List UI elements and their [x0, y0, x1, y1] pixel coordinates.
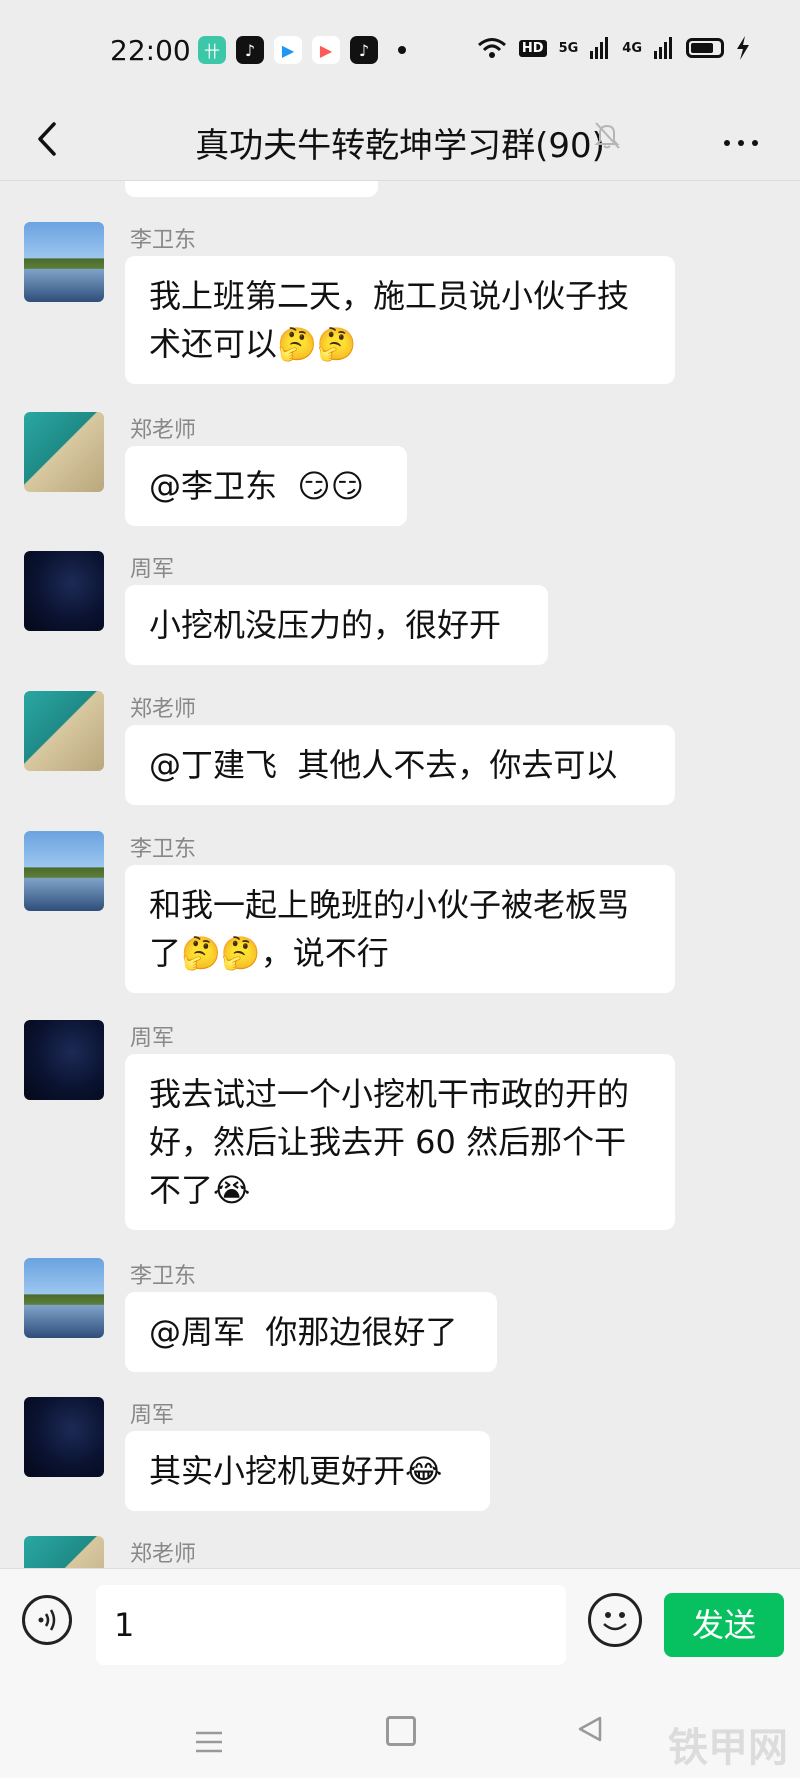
back-triangle-icon[interactable]: [576, 1714, 606, 1744]
status-time: 22:00: [110, 34, 191, 67]
message-item: 周军 我去试过一个小挖机干市政的开的好，然后让我去开 60 然后那个干不了😭: [0, 1020, 800, 1250]
message-item: 郑老师: [0, 1536, 800, 1568]
bell-off-icon: [594, 122, 620, 149]
signal-5g-icon: 5G: [558, 40, 579, 56]
signal-bars-icon: [590, 37, 609, 59]
sender-name: 周军: [130, 557, 175, 582]
message-item: 李卫东 和我一起上晚班的小伙子被老板骂了🤔🤔，说不行: [0, 831, 800, 1011]
message-bubble[interactable]: @李卫东 😏😏: [125, 446, 407, 526]
message-bubble[interactable]: 小挖机没压力的，很好开: [125, 585, 548, 665]
video-app-icon: ▶: [312, 36, 340, 64]
message-item: 周军 小挖机没压力的，很好开: [0, 551, 800, 671]
input-bar: 1 发送: [0, 1568, 800, 1669]
status-indicators: HD 5G 4G: [477, 36, 750, 60]
signal-bars-icon-2: [654, 37, 672, 59]
sender-name: 李卫东: [130, 228, 197, 253]
menu-icon[interactable]: [194, 1730, 224, 1754]
battery-icon: [686, 38, 724, 58]
voice-input-button[interactable]: [22, 1595, 72, 1645]
avatar[interactable]: [24, 412, 104, 492]
message-bubble[interactable]: 其实小挖机更好开😂: [125, 1431, 490, 1511]
avatar[interactable]: [24, 222, 104, 302]
message-item: 郑老师 @李卫东 😏😏: [0, 412, 800, 532]
sender-name: 郑老师: [130, 1542, 197, 1567]
sender-name: 周军: [130, 1403, 175, 1428]
message-item: 郑老师 @丁建飞 其他人不去，你去可以: [0, 691, 800, 811]
message-bubble[interactable]: 我去试过一个小挖机干市政的开的好，然后让我去开 60 然后那个干不了😭: [125, 1054, 675, 1230]
send-button[interactable]: 发送: [664, 1593, 784, 1657]
avatar[interactable]: [24, 1020, 104, 1100]
charging-icon: [737, 36, 749, 60]
message-bubble[interactable]: @周军 你那边很好了: [125, 1292, 497, 1372]
avatar[interactable]: [24, 1258, 104, 1338]
youku-icon: ▶: [274, 36, 302, 64]
app-icon-1: 卄: [198, 36, 226, 64]
tiktok-icon-2: ♪: [350, 36, 378, 64]
partial-message-bubble: [125, 181, 378, 197]
voice-icon: [38, 1609, 56, 1631]
avatar[interactable]: [24, 1397, 104, 1477]
more-notifications-dot: [398, 46, 406, 54]
watermark: 铁甲网: [668, 1725, 788, 1771]
avatar[interactable]: [24, 831, 104, 911]
sender-name: 周军: [130, 1026, 175, 1051]
message-bubble[interactable]: @丁建飞 其他人不去，你去可以: [125, 725, 675, 805]
sender-name: 李卫东: [130, 837, 197, 862]
wifi-icon: [477, 38, 506, 58]
message-item: 李卫东 @周军 你那边很好了: [0, 1258, 800, 1378]
sender-name: 郑老师: [130, 418, 197, 443]
message-bubble[interactable]: 我上班第二天，施工员说小伙子技术还可以🤔🤔: [125, 256, 675, 384]
sender-name: 郑老师: [130, 697, 197, 722]
smiley-icon: [603, 1612, 627, 1631]
status-bar: 22:00 卄 ♪ ▶ ▶ ♪ HD 5G 4G: [0, 0, 800, 100]
notification-icons: 卄 ♪ ▶ ▶ ♪: [198, 36, 406, 64]
chat-header: 真功夫牛转乾坤学习群(90): [0, 100, 800, 181]
hd-icon: HD: [518, 39, 547, 57]
avatar[interactable]: [24, 691, 104, 771]
avatar[interactable]: [24, 551, 104, 631]
message-item: 周军 其实小挖机更好开😂: [0, 1397, 800, 1517]
message-bubble[interactable]: 和我一起上晚班的小伙子被老板骂了🤔🤔，说不行: [125, 865, 675, 993]
sender-name: 李卫东: [130, 1264, 197, 1289]
signal-4g-icon: 4G: [622, 40, 642, 56]
more-icon[interactable]: [716, 122, 766, 162]
chat-messages[interactable]: 李卫东 我上班第二天，施工员说小伙子技术还可以🤔🤔 郑老师 @李卫东 😏😏 周军…: [0, 181, 800, 1568]
message-input[interactable]: 1: [96, 1585, 566, 1665]
message-item: 李卫东 我上班第二天，施工员说小伙子技术还可以🤔🤔: [0, 222, 800, 402]
home-icon[interactable]: [386, 1716, 416, 1746]
avatar[interactable]: [24, 1536, 104, 1568]
emoji-button[interactable]: [588, 1593, 642, 1647]
chat-title: 真功夫牛转乾坤学习群(90): [195, 126, 605, 166]
tiktok-icon: ♪: [236, 36, 264, 64]
